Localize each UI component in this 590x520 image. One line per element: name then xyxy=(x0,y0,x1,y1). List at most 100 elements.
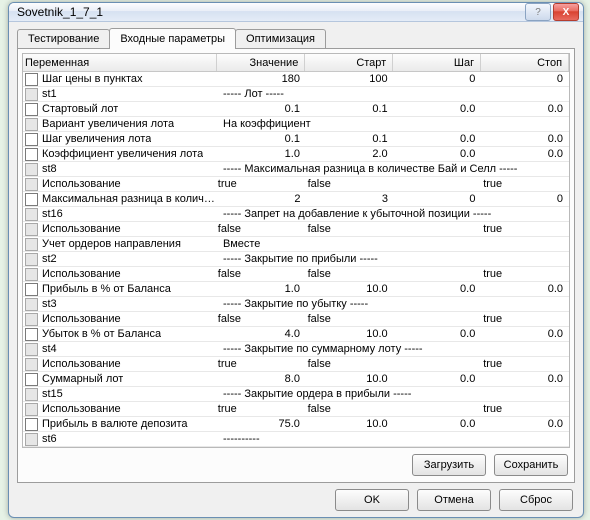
row-step[interactable]: 0.0 xyxy=(394,418,482,430)
row-value[interactable]: 1.0 xyxy=(218,148,306,160)
row-step[interactable]: 0.0 xyxy=(394,283,482,295)
row-stop[interactable]: 0 xyxy=(482,193,570,205)
header-stop[interactable]: Стоп xyxy=(481,54,569,71)
row-stop[interactable]: 0.0 xyxy=(481,148,569,160)
ok-button[interactable]: OK xyxy=(335,489,409,511)
row-start[interactable]: 100 xyxy=(306,73,394,85)
grid-row[interactable]: Прибыль в % от Баланса1.010.00.00.0 xyxy=(23,282,569,297)
row-step[interactable]: 0.0 xyxy=(394,373,482,385)
row-start[interactable]: false xyxy=(304,223,394,235)
grid-row[interactable]: Шаг увеличения лота0.10.10.00.0 xyxy=(23,132,569,147)
grid-row[interactable]: Максимальная разница в количестве ...230… xyxy=(23,192,569,207)
header-value[interactable]: Значение xyxy=(217,54,305,71)
grid-row[interactable]: Учет ордеров направленияВместе xyxy=(23,237,569,252)
row-start[interactable]: false xyxy=(304,358,394,370)
row-stop[interactable]: 0.0 xyxy=(481,133,569,145)
row-stop[interactable]: 0.0 xyxy=(481,103,569,115)
grid-row[interactable]: Стартовый лот0.10.10.00.0 xyxy=(23,102,569,117)
cancel-button[interactable]: Отмена xyxy=(417,489,491,511)
row-text-value[interactable]: На коэффициент xyxy=(219,118,569,130)
grid-row[interactable]: st15----- Закрытие ордера в прибыли ----… xyxy=(23,387,569,402)
row-value[interactable]: true xyxy=(214,178,304,190)
grid-row[interactable]: Использованиеfalsefalsetrue xyxy=(23,312,569,327)
grid-row[interactable]: Убыток в % от Баланса4.010.00.00.0 xyxy=(23,327,569,342)
row-start[interactable]: 2.0 xyxy=(306,148,394,160)
row-stop[interactable]: 0.0 xyxy=(481,328,569,340)
tab-input-parameters[interactable]: Входные параметры xyxy=(109,28,236,49)
grid-row[interactable]: st8----- Максимальная разница в количест… xyxy=(23,162,569,177)
grid-row[interactable]: st4----- Закрытие по суммарному лоту ---… xyxy=(23,342,569,357)
row-checkbox[interactable] xyxy=(25,103,38,116)
row-value[interactable]: 2 xyxy=(219,193,307,205)
grid-row[interactable]: st6---------- xyxy=(23,432,569,447)
grid-row[interactable]: st16----- Запрет на добавление к убыточн… xyxy=(23,207,569,222)
row-start[interactable]: false xyxy=(304,403,394,415)
row-checkbox[interactable] xyxy=(25,133,38,146)
header-step[interactable]: Шаг xyxy=(393,54,481,71)
grid-row[interactable]: st3----- Закрытие по убытку ----- xyxy=(23,297,569,312)
grid-row[interactable]: Вариант увеличения лотаНа коэффициент xyxy=(23,117,569,132)
grid-row[interactable]: st2----- Закрытие по прибыли ----- xyxy=(23,252,569,267)
row-start[interactable]: 3 xyxy=(307,193,395,205)
row-value[interactable]: 8.0 xyxy=(218,373,306,385)
row-value[interactable]: false xyxy=(214,223,304,235)
row-step[interactable]: 0.0 xyxy=(394,133,482,145)
row-value[interactable]: 4.0 xyxy=(218,328,306,340)
row-stop[interactable]: true xyxy=(479,313,569,325)
grid-row[interactable]: Шаг цены в пунктах18010000 xyxy=(23,72,569,87)
row-step[interactable]: 0 xyxy=(394,193,482,205)
row-step[interactable]: 0.0 xyxy=(394,328,482,340)
row-value[interactable]: 0.1 xyxy=(218,133,306,145)
row-value[interactable]: 75.0 xyxy=(218,418,306,430)
row-step[interactable]: 0.0 xyxy=(394,103,482,115)
grid-row[interactable]: Прибыль в валюте депозита75.010.00.00.0 xyxy=(23,417,569,432)
row-start[interactable]: 0.1 xyxy=(306,133,394,145)
row-start[interactable]: 10.0 xyxy=(306,373,394,385)
row-stop[interactable]: true xyxy=(479,358,569,370)
row-checkbox[interactable] xyxy=(25,193,38,206)
close-button[interactable]: X xyxy=(553,3,579,21)
row-start[interactable]: false xyxy=(304,178,394,190)
row-stop[interactable]: 0.0 xyxy=(481,373,569,385)
grid-row[interactable]: Суммарный лот8.010.00.00.0 xyxy=(23,372,569,387)
titlebar[interactable]: Sovetnik_1_7_1 ? X xyxy=(9,3,583,22)
save-button[interactable]: Сохранить xyxy=(494,454,568,476)
row-checkbox[interactable] xyxy=(25,283,38,296)
row-start[interactable]: 10.0 xyxy=(306,283,394,295)
row-start[interactable]: 0.1 xyxy=(306,103,394,115)
row-value[interactable]: 1.0 xyxy=(218,283,306,295)
row-value[interactable]: 0.1 xyxy=(218,103,306,115)
row-start[interactable]: false xyxy=(304,268,394,280)
row-checkbox[interactable] xyxy=(25,373,38,386)
grid-row[interactable]: st1----- Лот ----- xyxy=(23,87,569,102)
row-stop[interactable]: 0.0 xyxy=(481,418,569,430)
row-value[interactable]: true xyxy=(214,403,304,415)
grid-row[interactable]: Использованиеtruefalsetrue xyxy=(23,177,569,192)
tab-testing[interactable]: Тестирование xyxy=(17,29,110,48)
row-stop[interactable]: 0 xyxy=(481,73,569,85)
row-stop[interactable]: true xyxy=(479,223,569,235)
row-value[interactable]: 180 xyxy=(218,73,306,85)
row-stop[interactable]: true xyxy=(479,403,569,415)
row-step[interactable]: 0 xyxy=(394,73,482,85)
grid-row[interactable]: Использованиеfalsefalsetrue xyxy=(23,267,569,282)
reset-button[interactable]: Сброс xyxy=(499,489,573,511)
grid-row[interactable]: Использованиеtruefalsetrue xyxy=(23,357,569,372)
row-value[interactable]: false xyxy=(214,313,304,325)
row-start[interactable]: 10.0 xyxy=(306,328,394,340)
row-checkbox[interactable] xyxy=(25,328,38,341)
row-value[interactable]: false xyxy=(214,268,304,280)
header-start[interactable]: Старт xyxy=(305,54,393,71)
load-button[interactable]: Загрузить xyxy=(412,454,486,476)
tab-optimization[interactable]: Оптимизация xyxy=(235,29,326,48)
row-checkbox[interactable] xyxy=(25,73,38,86)
grid-row[interactable]: Использованиеtruefalsetrue xyxy=(23,402,569,417)
row-checkbox[interactable] xyxy=(25,418,38,431)
row-start[interactable]: 10.0 xyxy=(306,418,394,430)
row-value[interactable]: true xyxy=(214,358,304,370)
row-stop[interactable]: 0.0 xyxy=(481,283,569,295)
row-stop[interactable]: true xyxy=(479,178,569,190)
grid-row[interactable]: Коэффициент увеличения лота1.02.00.00.0 xyxy=(23,147,569,162)
row-start[interactable]: false xyxy=(304,313,394,325)
row-step[interactable]: 0.0 xyxy=(394,148,482,160)
